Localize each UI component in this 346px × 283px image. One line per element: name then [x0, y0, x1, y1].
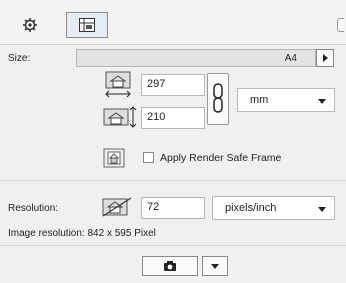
aspect-link-toggle[interactable] [207, 73, 229, 125]
image-resolution-text: Image resolution: 842 x 595 Pixel [8, 228, 156, 239]
render-size-panel: Size: A4 297 210 mm Apply Render Safe Fr… [0, 0, 346, 283]
settings-tab[interactable] [10, 12, 50, 38]
toolbar [0, 0, 346, 45]
render-safe-frame-checkbox[interactable] [143, 152, 154, 163]
unit-value: mm [250, 94, 269, 106]
camera-options-dropdown[interactable] [202, 256, 228, 276]
layout-tab[interactable] [66, 12, 108, 38]
width-icon [105, 71, 131, 98]
gear-icon [23, 18, 37, 32]
play-icon [323, 54, 328, 62]
resolution-icon [102, 197, 132, 217]
resolution-unit-dropdown[interactable]: pixels/inch [212, 196, 335, 220]
resolution-label: Resolution: [8, 203, 59, 214]
size-menu-button[interactable] [316, 49, 334, 67]
resolution-input[interactable]: 72 [141, 197, 205, 219]
camera-icon [164, 261, 176, 271]
chevron-down-icon [211, 264, 219, 269]
chevron-down-icon [318, 207, 326, 212]
unit-dropdown[interactable]: mm [237, 88, 335, 112]
chain-link-icon [213, 83, 223, 113]
chevron-down-icon [318, 99, 326, 104]
size-label: Size: [8, 53, 31, 64]
render-safe-frame-label: Apply Render Safe Frame [160, 152, 282, 164]
camera-button[interactable] [142, 256, 198, 276]
layout-icon [79, 18, 95, 32]
panel-options-handle[interactable] [337, 18, 344, 32]
safe-frame-icon [103, 148, 125, 168]
size-value: A4 [284, 53, 297, 64]
width-input[interactable]: 297 [141, 74, 205, 96]
height-input[interactable]: 210 [141, 107, 205, 129]
size-selector[interactable]: A4 [76, 49, 316, 67]
resolution-unit-value: pixels/inch [225, 202, 277, 214]
height-icon [103, 106, 137, 128]
section-divider [0, 180, 346, 181]
